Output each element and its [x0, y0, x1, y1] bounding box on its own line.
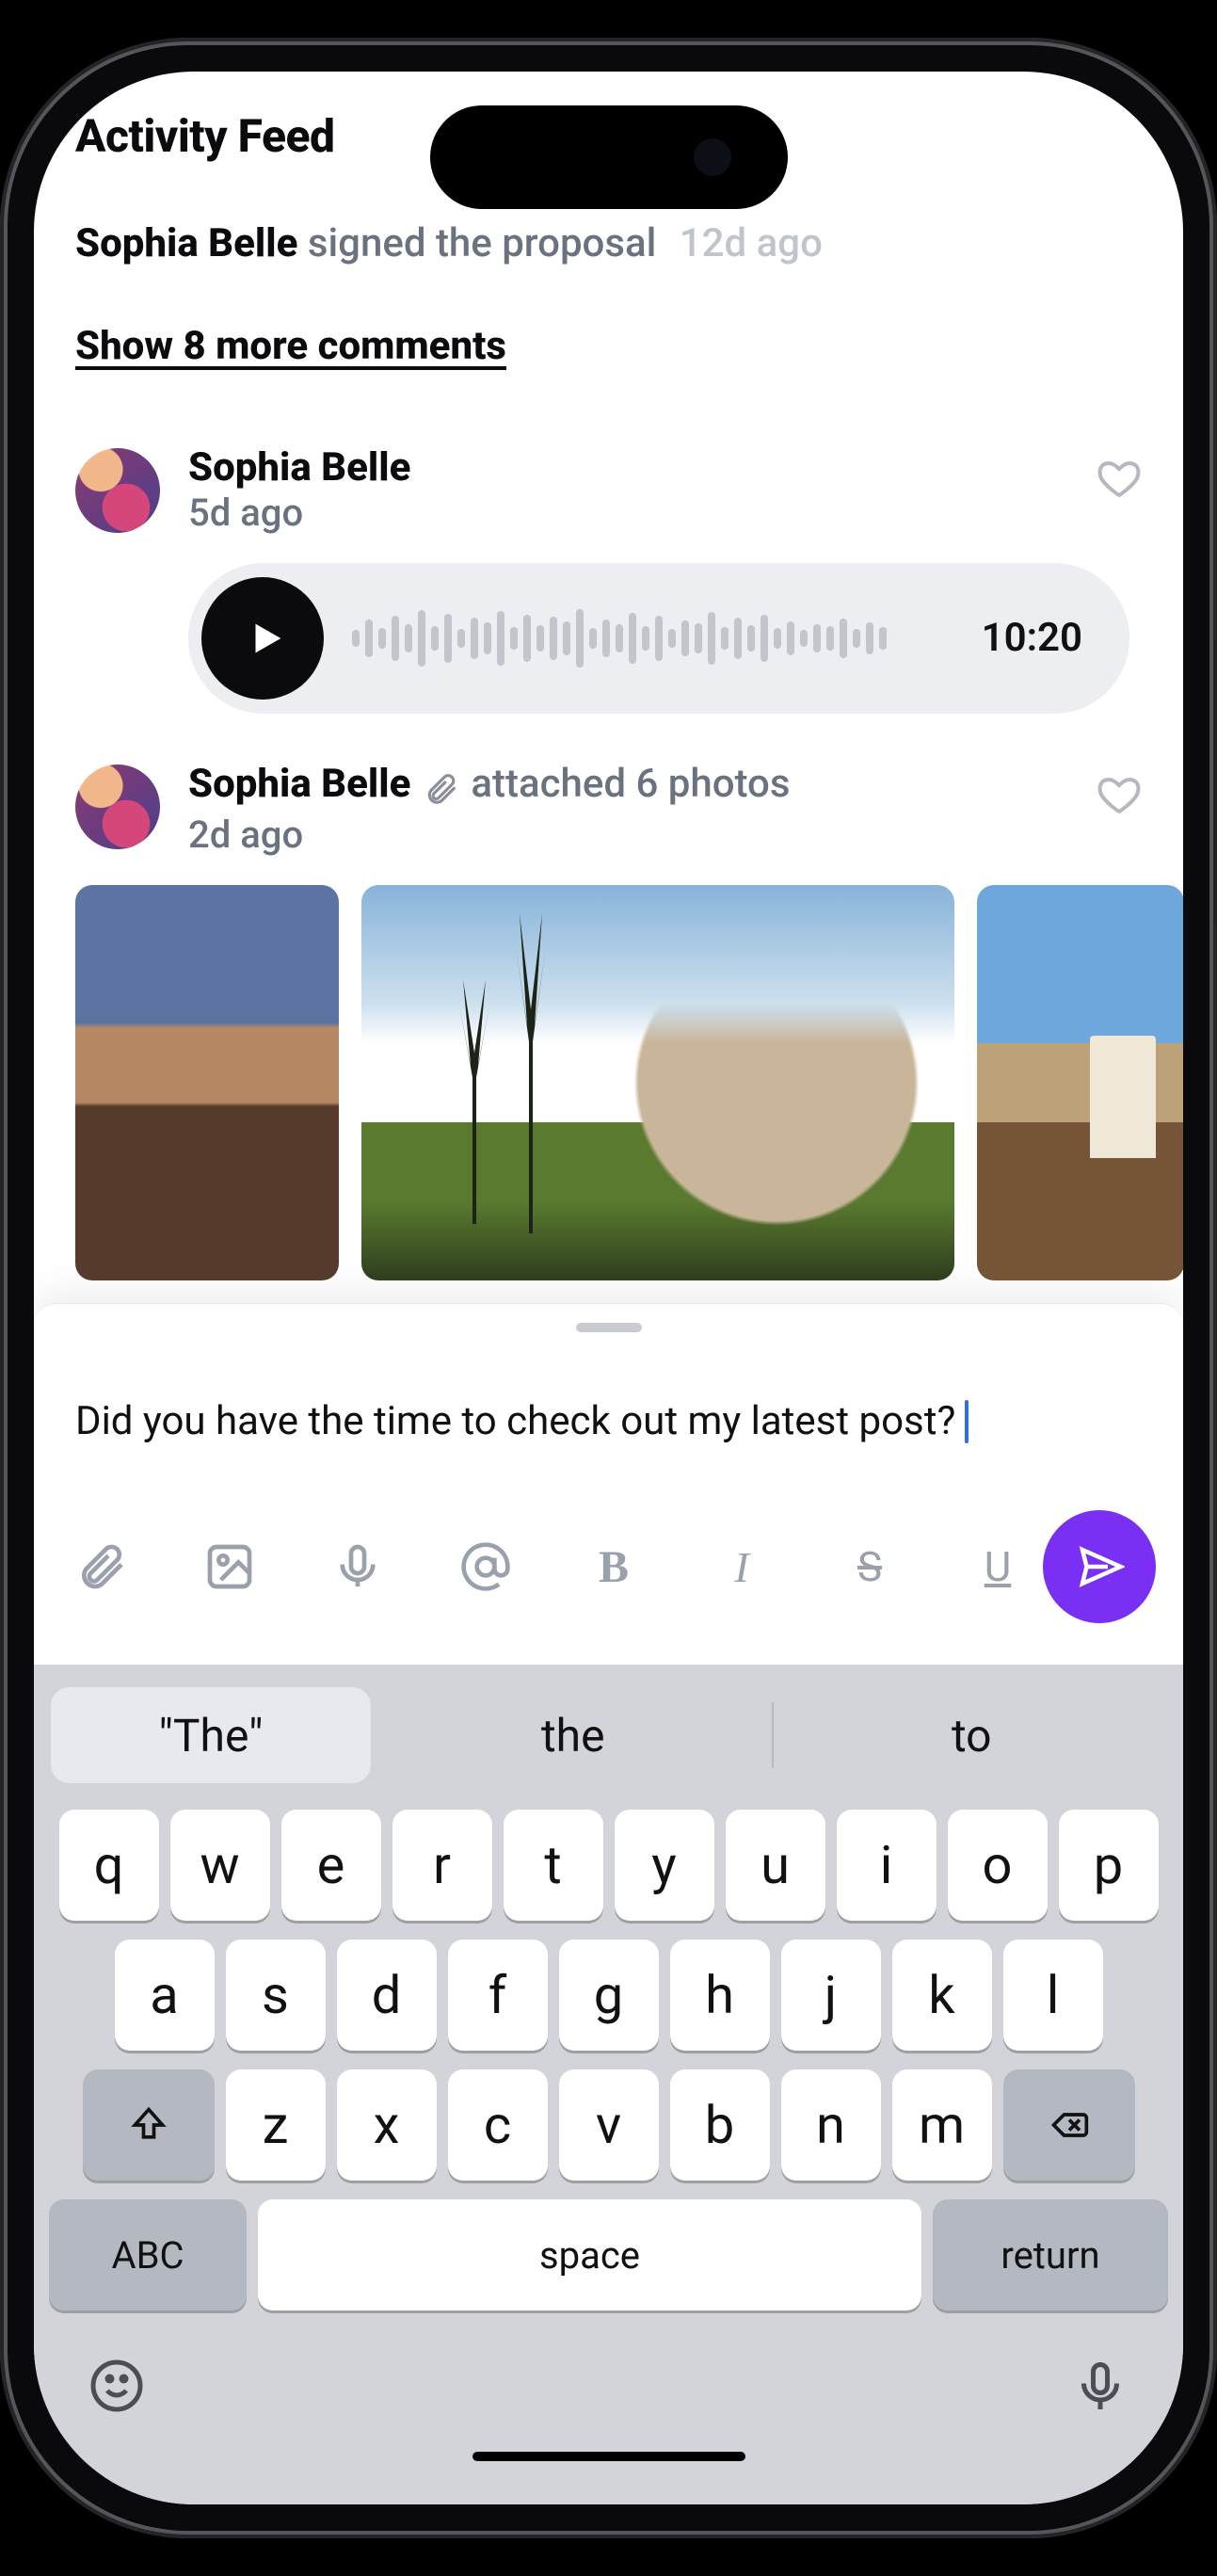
key-u[interactable]: u [726, 1810, 825, 1921]
voice-duration: 10:20 [982, 615, 1082, 661]
key-c[interactable]: c [448, 2069, 548, 2181]
comment-voice: Sophia Belle 5d ago 10:20 [75, 444, 1142, 714]
paperclip-icon [424, 771, 459, 807]
key-m[interactable]: m [892, 2069, 992, 2181]
key-y[interactable]: y [615, 1810, 714, 1921]
mic-icon[interactable] [331, 1540, 384, 1593]
key-h[interactable]: h [670, 1940, 770, 2051]
dictation-icon[interactable] [1072, 2358, 1129, 2414]
key-k[interactable]: k [892, 1940, 992, 2051]
suggestion[interactable]: to [774, 1683, 1171, 1787]
comment-author: Sophia Belle [188, 761, 410, 807]
key-r[interactable]: r [392, 1810, 492, 1921]
photo-thumbnails[interactable] [75, 885, 1183, 1280]
key-o[interactable]: o [948, 1810, 1048, 1921]
comment-time: 5d ago [188, 491, 1057, 535]
key-b[interactable]: b [670, 2069, 770, 2181]
key-e[interactable]: e [281, 1810, 381, 1921]
key-d[interactable]: d [337, 1940, 437, 2051]
key-v[interactable]: v [559, 2069, 659, 2181]
heart-icon[interactable] [1097, 456, 1142, 501]
key-x[interactable]: x [337, 2069, 437, 2181]
bold-button[interactable]: B [587, 1540, 640, 1593]
key-s[interactable]: s [226, 1940, 326, 2051]
activity-event: Sophia Belle signed the proposal 12d ago [75, 220, 1142, 266]
key-p[interactable]: p [1059, 1810, 1159, 1921]
heart-icon[interactable] [1097, 772, 1142, 817]
space-key[interactable]: space [258, 2199, 921, 2310]
event-actor: Sophia Belle [75, 220, 297, 266]
sheet-grabber[interactable] [576, 1323, 642, 1332]
return-key[interactable]: return [933, 2199, 1168, 2310]
key-i[interactable]: i [837, 1810, 937, 1921]
key-g[interactable]: g [559, 1940, 659, 2051]
play-button[interactable] [201, 577, 324, 700]
key-n[interactable]: n [781, 2069, 881, 2181]
comment-time: 2d ago [188, 813, 1057, 857]
italic-button[interactable]: I [715, 1540, 768, 1593]
key-j[interactable]: j [781, 1940, 881, 2051]
mention-icon[interactable] [459, 1540, 512, 1593]
input-text: Did you have the time to check out my la… [75, 1398, 955, 1444]
photo-thumb[interactable] [361, 885, 954, 1280]
underline-button[interactable]: U [971, 1540, 1024, 1593]
photo-thumb[interactable] [977, 885, 1183, 1280]
key-l[interactable]: l [1003, 1940, 1103, 2051]
message-input[interactable]: Did you have the time to check out my la… [34, 1398, 1183, 1510]
voice-message: 10:20 [188, 563, 1129, 714]
attach-icon[interactable] [75, 1540, 128, 1593]
send-button[interactable] [1043, 1510, 1156, 1623]
attachment-text: attached 6 photos [471, 761, 790, 807]
suggestion[interactable]: "The" [51, 1687, 371, 1783]
abc-key[interactable]: ABC [49, 2199, 247, 2310]
event-time: 12d ago [680, 220, 823, 266]
suggestion[interactable]: the [375, 1683, 772, 1787]
avatar[interactable] [75, 448, 160, 533]
key-a[interactable]: a [115, 1940, 215, 2051]
shift-key[interactable] [83, 2069, 215, 2181]
keyboard: "The" the to qwertyuiop asdfghjkl zxcvbn… [34, 1665, 1183, 2504]
backspace-key[interactable] [1003, 2069, 1135, 2181]
home-indicator[interactable] [472, 2452, 745, 2461]
event-action: signed the proposal [308, 220, 657, 266]
image-icon[interactable] [203, 1540, 256, 1593]
suggestion-bar: "The" the to [47, 1683, 1170, 1787]
key-w[interactable]: w [170, 1810, 270, 1921]
emoji-icon[interactable] [88, 2358, 145, 2414]
avatar[interactable] [75, 765, 160, 849]
comment-author: Sophia Belle [188, 444, 1057, 491]
text-cursor [965, 1400, 969, 1443]
dynamic-island [430, 105, 788, 209]
key-z[interactable]: z [226, 2069, 326, 2181]
activity-feed: Activity Feed Sophia Belle signed the pr… [34, 72, 1183, 1303]
photo-thumb[interactable] [75, 885, 339, 1280]
key-q[interactable]: q [59, 1810, 159, 1921]
strike-button[interactable]: S [843, 1540, 896, 1593]
composer-sheet: Did you have the time to check out my la… [34, 1303, 1183, 1665]
waveform[interactable] [352, 601, 953, 676]
key-f[interactable]: f [448, 1940, 548, 2051]
show-more-link[interactable]: Show 8 more comments [75, 323, 506, 369]
key-t[interactable]: t [504, 1810, 603, 1921]
comment-photos: Sophia Belle attached 6 photos 2d ago [75, 761, 1142, 1281]
